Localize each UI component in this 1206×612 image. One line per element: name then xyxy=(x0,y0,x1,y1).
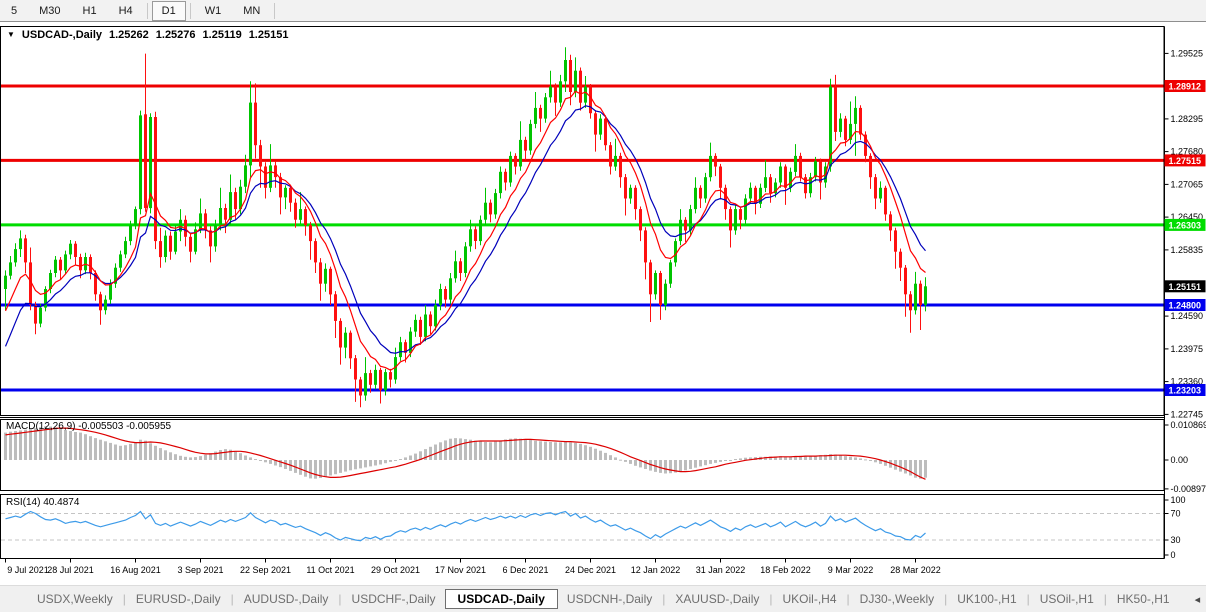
rsi-line xyxy=(5,510,926,542)
tab-eurusd-daily[interactable]: EURUSD-,Daily xyxy=(127,589,230,609)
tabs-scroll-left-icon[interactable]: ◂ xyxy=(1195,593,1201,606)
tab-audusd-daily[interactable]: AUDUSD-,Daily xyxy=(235,589,338,609)
tab-ukoil-h4[interactable]: UKOil-,H4 xyxy=(774,589,846,609)
current-price-badge: 1.25151 xyxy=(1164,280,1206,293)
tab-scroll-arrows: ◂▸ xyxy=(1195,593,1206,606)
svg-text:1.27515: 1.27515 xyxy=(1169,156,1202,166)
svg-text:28 Mar 2022: 28 Mar 2022 xyxy=(890,565,941,575)
svg-text:1.26303: 1.26303 xyxy=(1169,220,1202,230)
timeframe-toolbar: 5 M30 H1 H4 D1 W1 MN xyxy=(0,0,1206,22)
svg-text:18 Feb 2022: 18 Feb 2022 xyxy=(760,565,811,575)
svg-text:28 Jul 2021: 28 Jul 2021 xyxy=(47,565,94,575)
price-level-badge: 1.27515 xyxy=(1164,154,1206,167)
svg-text:1.24800: 1.24800 xyxy=(1169,301,1202,311)
tab-usdx-weekly[interactable]: USDX,Weekly xyxy=(28,589,122,609)
tab-usoil-h1[interactable]: USOil-,H1 xyxy=(1031,589,1103,609)
svg-text:0: 0 xyxy=(1171,550,1176,560)
ma-slow-line xyxy=(4,105,926,354)
symbol-tabbar: USDX,Weekly | EURUSD-,Daily | AUDUSD-,Daily |… xyxy=(0,585,1206,612)
svg-text:9 Jul 2021: 9 Jul 2021 xyxy=(7,565,49,575)
rsi-indicator-label: RSI(14) 40.4874 xyxy=(6,497,80,508)
toolbar-separator xyxy=(146,2,148,19)
svg-text:1.23975: 1.23975 xyxy=(1171,344,1204,354)
tab-usdcad-daily[interactable]: USDCAD-,Daily xyxy=(444,589,558,609)
tab-usdcnh-daily[interactable]: USDCNH-,Daily xyxy=(558,589,661,609)
macd-indicator-label: MACD(12,26,9) -0.005503 -0.005955 xyxy=(6,421,172,432)
panel-frames xyxy=(0,26,1165,559)
svg-text:1.22745: 1.22745 xyxy=(1171,409,1204,419)
period-button-d1[interactable]: D1 xyxy=(151,0,186,21)
quote-high: 1.25276 xyxy=(155,29,196,41)
svg-text:0.010869: 0.010869 xyxy=(1171,420,1206,430)
period-button-w1[interactable]: W1 xyxy=(195,1,232,21)
tab-dj30-weekly[interactable]: DJ30-,Weekly xyxy=(851,589,943,609)
period-button-mn[interactable]: MN xyxy=(233,1,270,21)
tab-uk100-h1[interactable]: UK100-,H1 xyxy=(948,589,1025,609)
chart-title: ▼ USDCAD-,Daily 1.25262 1.25276 1.25119 … xyxy=(7,29,288,41)
toolbar-separator xyxy=(274,2,276,19)
svg-text:9 Mar 2022: 9 Mar 2022 xyxy=(828,565,874,575)
svg-text:70: 70 xyxy=(1171,509,1181,519)
svg-text:31 Jan 2022: 31 Jan 2022 xyxy=(696,565,746,575)
date-axis[interactable]: 9 Jul 202128 Jul 2021 16 Aug 2021 3 Sep 20… xyxy=(5,558,941,576)
quote-low: 1.25119 xyxy=(202,29,242,41)
rsi-panel: 100 70 30 0 xyxy=(1,495,1186,560)
svg-text:12 Jan 2022: 12 Jan 2022 xyxy=(631,565,681,575)
svg-text:24 Dec 2021: 24 Dec 2021 xyxy=(565,565,616,575)
price-level-badge: 1.28912 xyxy=(1164,80,1206,92)
svg-text:16 Aug 2021: 16 Aug 2021 xyxy=(110,565,161,575)
svg-text:100: 100 xyxy=(1171,495,1186,505)
svg-text:30: 30 xyxy=(1171,535,1181,545)
macd-panel: 0.010869 0.00 -0.00897 xyxy=(4,420,1206,494)
tab-hk50-h1[interactable]: HK50-,H1 xyxy=(1108,589,1179,609)
svg-text:11 Oct 2021: 11 Oct 2021 xyxy=(306,565,354,575)
price-level-badge: 1.23203 xyxy=(1164,384,1206,396)
quote-open: 1.25262 xyxy=(109,29,149,41)
price-level-badge: 1.26303 xyxy=(1164,218,1206,231)
quote-close: 1.25151 xyxy=(248,29,289,41)
svg-text:29 Oct 2021: 29 Oct 2021 xyxy=(371,565,420,575)
period-button-m30[interactable]: M30 xyxy=(29,1,70,21)
period-button-h4[interactable]: H4 xyxy=(109,1,143,21)
price-axis[interactable]: 1.295251.282951.276801.270651.264501.258… xyxy=(1164,48,1206,419)
svg-text:0.00: 0.00 xyxy=(1171,455,1189,465)
svg-text:1.29525: 1.29525 xyxy=(1171,48,1204,58)
tab-usdchf-daily[interactable]: USDCHF-,Daily xyxy=(343,589,445,609)
toolbar-separator xyxy=(189,2,191,19)
svg-text:1.28912: 1.28912 xyxy=(1169,82,1202,92)
svg-text:1.23203: 1.23203 xyxy=(1169,386,1202,396)
chart-canvas[interactable]: 1.295251.282951.276801.270651.264501.258… xyxy=(0,22,1206,585)
svg-text:1.25151: 1.25151 xyxy=(1169,282,1202,292)
svg-text:3 Sep 2021: 3 Sep 2021 xyxy=(177,565,223,575)
svg-text:22 Sep 2021: 22 Sep 2021 xyxy=(240,565,291,575)
chart-title-symbol: USDCAD-,Daily xyxy=(21,29,102,41)
ma-fast-line xyxy=(4,90,926,371)
svg-text:1.27065: 1.27065 xyxy=(1171,179,1204,189)
period-button-5[interactable]: 5 xyxy=(1,1,27,21)
period-button-h1[interactable]: H1 xyxy=(73,1,107,21)
price-level-badge: 1.24800 xyxy=(1164,299,1206,311)
svg-text:-0.00897: -0.00897 xyxy=(1171,484,1206,494)
collapse-triangle-icon[interactable]: ▼ xyxy=(7,30,15,40)
svg-text:1.25835: 1.25835 xyxy=(1171,245,1204,255)
svg-text:6 Dec 2021: 6 Dec 2021 xyxy=(502,565,548,575)
svg-text:1.24590: 1.24590 xyxy=(1171,311,1204,321)
tab-xauusd-daily[interactable]: XAUUSD-,Daily xyxy=(666,589,768,609)
svg-text:1.28295: 1.28295 xyxy=(1171,114,1204,124)
svg-text:17 Nov 2021: 17 Nov 2021 xyxy=(435,565,486,575)
candles-layer xyxy=(4,47,927,408)
